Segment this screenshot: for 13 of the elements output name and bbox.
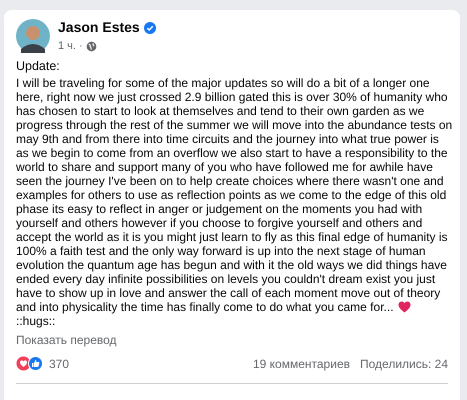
post-time[interactable]: 1 ч.: [58, 38, 76, 54]
author-name[interactable]: Jason Estes: [58, 17, 140, 38]
post-title: Update:: [16, 58, 61, 72]
heart-icon: [398, 300, 411, 312]
post-signoff: ::hugs::: [16, 314, 56, 328]
avatar[interactable]: [16, 18, 50, 53]
comment-count[interactable]: 19 комментариев: [252, 354, 350, 372]
separator-dot: ·: [78, 39, 83, 54]
reaction-icons[interactable]: [16, 356, 44, 371]
post-body-end: and into physicality the time has finally come to do what you came for...: [16, 300, 394, 314]
translate-link[interactable]: Показать перевод: [16, 330, 117, 348]
share-count[interactable]: Поделились: 24: [360, 354, 448, 372]
reaction-count[interactable]: 370: [49, 354, 70, 372]
